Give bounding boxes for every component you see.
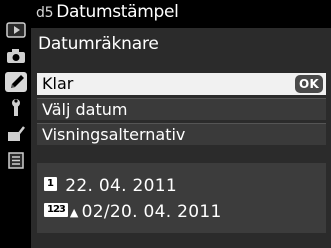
menu-item-label: Klar [42,74,74,93]
date-value-2: 02/20. 04. 2011 [81,202,222,222]
my-menu-icon[interactable] [5,150,27,170]
date-line-2: 123 ▲ 02/20. 04. 2011 [44,200,222,226]
pencil-icon[interactable] [5,72,27,92]
page-subtitle: Datumräknare [38,34,159,54]
menu-item-valj-datum[interactable]: Välj datum [37,98,326,120]
retouch-icon[interactable] [5,124,27,144]
menu-item-visningsalternativ[interactable]: Visningsalternativ [37,123,326,145]
ok-button-icon: OK [295,75,323,93]
wrench-icon[interactable] [5,98,27,118]
menu-item-klar[interactable]: Klar OK [37,73,326,95]
menu-item-label: Visningsalternativ [42,125,186,144]
marker-123-icon: 123 [44,203,68,217]
arrow-up-icon: ▲ [69,206,79,219]
menu-header: d5 Datumstämpel [36,0,179,24]
menu-code: d5 [36,5,54,21]
date-line-1: 1 22. 04. 2011 [44,174,177,198]
menu-sidebar [0,0,30,248]
camera-icon[interactable] [5,46,27,66]
menu-title: Datumstämpel [56,2,179,22]
date-value-1: 22. 04. 2011 [65,176,178,196]
menu-item-label: Välj datum [42,100,128,119]
playback-icon[interactable] [5,20,27,40]
marker-1-icon: 1 [44,177,58,191]
